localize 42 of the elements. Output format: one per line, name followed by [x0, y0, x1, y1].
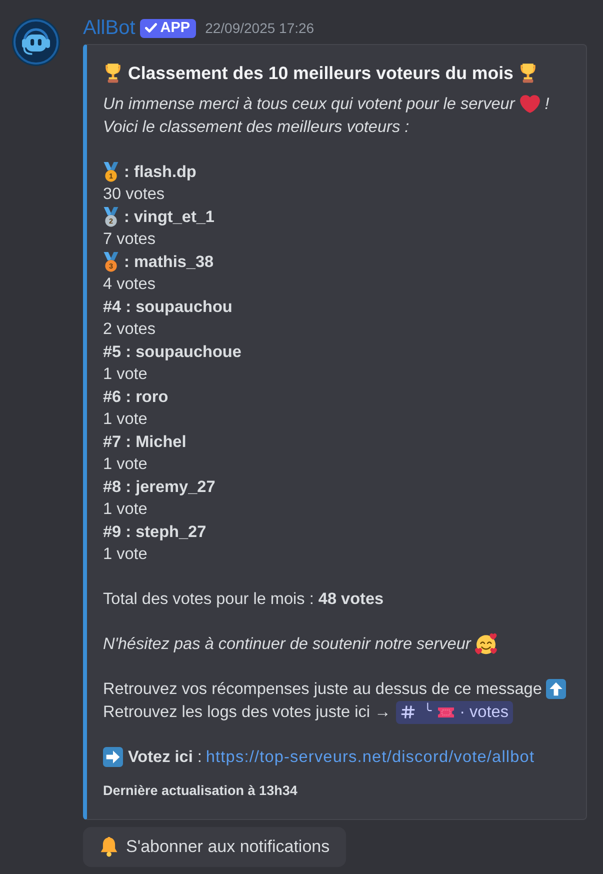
trophy-icon: [103, 63, 123, 83]
footer-text: Dernière actualisation à 13h34: [103, 782, 298, 798]
vote-count: 4 votes: [103, 274, 156, 295]
trophy-icon: [518, 63, 538, 83]
intro-text: Voici le classement des meilleurs voteurs :: [103, 116, 410, 138]
vote-count: 1 vote: [103, 364, 148, 385]
embed-title: Classement des 10 meilleurs voteurs du mois: [128, 62, 514, 84]
support-text: N'hésitez pas à continuer de soutenir notre serveur: [103, 634, 471, 655]
vote-count: 1 vote: [103, 499, 148, 520]
vote-count: 30 votes: [103, 184, 165, 205]
check-icon: [145, 23, 158, 33]
smiling-face-with-hearts-icon: [474, 633, 497, 656]
total-text: Total des votes pour le mois : 48 votes: [103, 589, 384, 610]
vote-count: 1 vote: [103, 544, 148, 565]
voter-name: #7 : Michel: [103, 432, 186, 452]
vote-count: 2 votes: [103, 319, 156, 340]
voter-name: : vingt_et_1: [124, 206, 214, 228]
vote-count: 1 vote: [103, 454, 148, 475]
vote-count: 7 votes: [103, 229, 156, 250]
voter-name: #8 : jeremy_27: [103, 476, 216, 498]
voter-name: : mathis_38: [124, 252, 214, 272]
voter-name: #5 : soupauchoue: [103, 342, 242, 362]
rewards-text: Retrouvez vos récompenses juste au dessus de ce message: [103, 679, 542, 700]
bot-avatar[interactable]: [12, 18, 60, 66]
exclamation-text: !: [544, 94, 550, 115]
vote-link[interactable]: https://top-serveurs.net/discord/vote/allbot: [206, 746, 535, 768]
bell-icon: [100, 836, 118, 856]
hash-icon: [400, 705, 415, 719]
logs-text: Retrouvez les logs des votes juste ici →: [103, 702, 391, 723]
app-label: APP: [160, 20, 190, 36]
vote-label: Votez ici :: [128, 747, 202, 768]
ticket-icon: [436, 706, 455, 718]
subscribe-button[interactable]: S'abonner aux notifications: [83, 826, 346, 866]
voter-name: #9 : steph_27: [103, 522, 206, 542]
voter-name: #4 : soupauchou: [103, 296, 232, 318]
heart-icon: [520, 95, 540, 114]
intro-text: Un immense merci à tous ceux qui votent pour le serveur: [103, 94, 515, 115]
channel-link[interactable]: ╰ · votes: [396, 700, 514, 724]
voter-name: #6 : roro: [103, 386, 168, 408]
timestamp: 22/09/2025 17:26: [205, 20, 314, 36]
vote-count: 1 vote: [103, 409, 148, 430]
voter-name: : flash.dp: [124, 162, 196, 182]
